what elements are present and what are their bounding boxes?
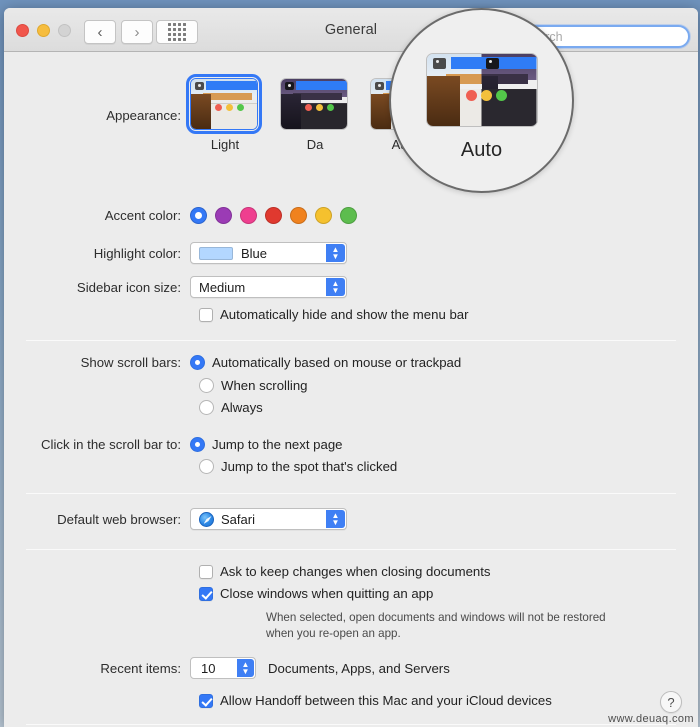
chevron-updown-icon[interactable]: ▲ ▼ <box>326 510 345 528</box>
auto-hide-menubar-row[interactable]: Automatically hide and show the menu bar <box>190 307 469 322</box>
auto-hide-menubar-label: Automatically hide and show the menu bar <box>220 307 469 322</box>
chevron-updown-icon[interactable]: ▲ ▼ <box>326 244 345 262</box>
ask-keep-changes-row[interactable]: Ask to keep changes when closing documen… <box>190 564 491 579</box>
close-windows-note-line1: When selected, open documents and window… <box>266 611 606 624</box>
question-mark-icon: ? <box>667 694 675 710</box>
default-browser-value: Safari <box>221 511 255 527</box>
window-titlebar: ‹ › General Search <box>4 8 698 52</box>
recent-items-suffix: Documents, Apps, and Servers <box>268 660 450 676</box>
help-button[interactable]: ? <box>660 691 682 713</box>
sidebar-icon-size-label: Sidebar icon size: <box>76 279 181 295</box>
dark-caption: Da <box>306 137 324 152</box>
accent-swatch-green[interactable] <box>340 207 357 224</box>
recent-items-row: Recent items: 10 ▲ ▼ Documents, Apps, and… <box>4 657 450 679</box>
ask-keep-changes-checkbox[interactable] <box>199 564 213 579</box>
divider <box>26 340 676 341</box>
radio-scroll-always-label: Always <box>221 400 263 415</box>
close-windows-checkbox[interactable] <box>199 586 213 601</box>
close-windows-label: Close windows when quitting an app <box>220 586 434 601</box>
divider <box>26 493 676 494</box>
auto-caption-magnified: Auto <box>460 139 503 161</box>
auto-thumbnail-magnified[interactable] <box>425 53 538 127</box>
handoff-label: Allow Handoff between this Mac and your … <box>220 693 552 708</box>
highlight-color-popup[interactable]: Blue ▲ ▼ <box>190 242 347 264</box>
preferences-content: Appearance: Light Da Accent color: Highl… <box>4 52 698 727</box>
accent-color-row: Accent color: <box>4 207 357 224</box>
highlight-color-row: Highlight color: Blue ▲ ▼ <box>4 242 347 264</box>
highlight-color-value: Blue <box>241 245 268 261</box>
dark-thumbnail[interactable] <box>280 78 348 130</box>
show-scroll-bars-row: Show scroll bars: Automatically based on… <box>4 355 461 370</box>
sidebar-icon-size-value: Medium <box>199 279 246 295</box>
highlight-color-label: Highlight color: <box>93 245 181 261</box>
sidebar-icon-size-row: Sidebar icon size: Medium ▲ ▼ <box>4 276 347 298</box>
chevron-updown-icon[interactable]: ▲ ▼ <box>237 659 254 677</box>
recent-items-value: 10 <box>201 660 216 676</box>
recent-items-stepper[interactable]: 10 ▲ ▼ <box>190 657 256 679</box>
radio-scroll-when-scrolling[interactable] <box>199 378 214 393</box>
divider <box>26 724 676 725</box>
default-browser-popup[interactable]: Safari ▲ ▼ <box>190 508 347 530</box>
handoff-row[interactable]: Allow Handoff between this Mac and your … <box>190 693 552 708</box>
accent-swatch-red[interactable] <box>265 207 282 224</box>
radio-scroll-when-scrolling-row[interactable]: When scrolling <box>190 378 308 393</box>
radio-jump-spot-clicked[interactable] <box>199 459 214 474</box>
default-browser-label: Default web browser: <box>57 511 181 527</box>
radio-jump-next-page-label: Jump to the next page <box>212 437 343 452</box>
ask-keep-changes-label: Ask to keep changes when closing documen… <box>220 564 491 579</box>
sidebar-icon-size-popup[interactable]: Medium ▲ ▼ <box>190 276 347 298</box>
scroll-click-label: Click in the scroll bar to: <box>41 437 181 452</box>
accent-color-label: Accent color: <box>104 208 181 223</box>
appearance-row: Appearance: Light Da <box>4 74 440 152</box>
appearance-option-light[interactable]: Light <box>186 74 262 152</box>
light-thumbnail[interactable] <box>186 74 262 134</box>
light-caption: Light <box>210 137 240 152</box>
accent-swatch-yellow[interactable] <box>315 207 332 224</box>
radio-scroll-always[interactable] <box>199 400 214 415</box>
close-windows-note: When selected, open documents and window… <box>266 610 686 643</box>
radio-jump-next-page[interactable] <box>190 437 205 452</box>
divider <box>26 549 676 550</box>
appearance-label: Appearance: <box>106 108 181 123</box>
recent-items-label: Recent items: <box>100 660 181 676</box>
accent-swatch-blue[interactable] <box>190 207 207 224</box>
radio-scroll-automatic-label: Automatically based on mouse or trackpad <box>212 355 462 370</box>
close-windows-note-line2: when you re-open an app. <box>266 627 401 641</box>
accent-color-swatches <box>190 207 357 224</box>
accent-swatch-purple[interactable] <box>215 207 232 224</box>
highlight-color-swatch <box>199 246 233 260</box>
safari-icon <box>199 511 214 527</box>
radio-scroll-when-scrolling-label: When scrolling <box>221 378 308 393</box>
handoff-checkbox[interactable] <box>199 693 213 708</box>
watermark: www.deuaq.com <box>608 713 694 725</box>
radio-jump-spot-row[interactable]: Jump to the spot that's clicked <box>190 459 397 474</box>
magnifier-loupe: Auto <box>389 8 574 193</box>
scroll-click-row: Click in the scroll bar to: Jump to the … <box>4 437 343 452</box>
default-browser-row: Default web browser: Safari ▲ ▼ <box>4 508 347 530</box>
accent-swatch-pink[interactable] <box>240 207 257 224</box>
close-windows-row[interactable]: Close windows when quitting an app <box>190 586 433 601</box>
chevron-updown-icon[interactable]: ▲ ▼ <box>326 278 345 296</box>
radio-scroll-automatic[interactable] <box>190 355 205 370</box>
system-preferences-window: ‹ › General Search Appearance: <box>4 8 698 727</box>
radio-jump-spot-clicked-label: Jump to the spot that's clicked <box>221 459 398 474</box>
auto-hide-menubar-checkbox[interactable] <box>199 307 213 322</box>
show-scroll-bars-label: Show scroll bars: <box>80 355 181 370</box>
radio-scroll-always-row[interactable]: Always <box>190 400 263 415</box>
appearance-option-dark[interactable]: Da <box>280 78 350 152</box>
accent-swatch-orange[interactable] <box>290 207 307 224</box>
